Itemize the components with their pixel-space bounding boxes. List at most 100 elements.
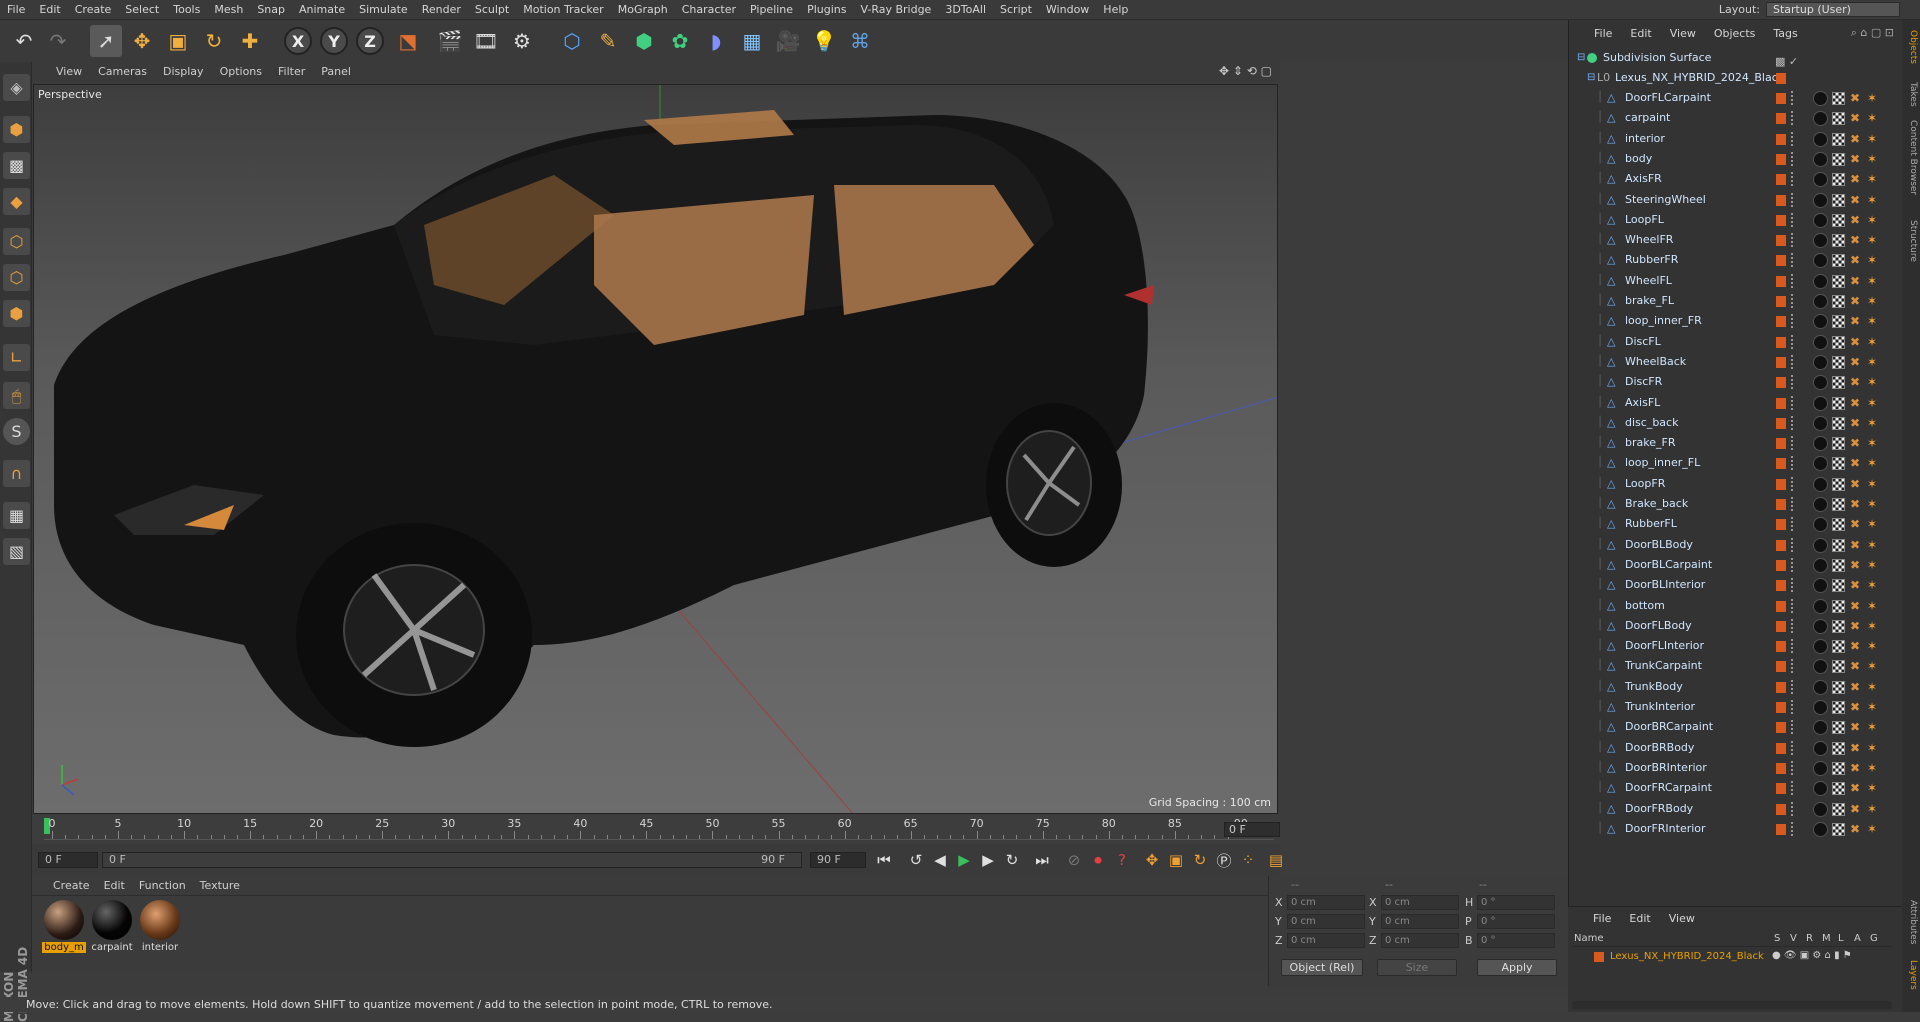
tree-row-object[interactable]: │ △ disc_back ✖ ✶: [1569, 413, 1903, 433]
visibility-dots-icon[interactable]: [1791, 111, 1795, 126]
coordinate-system-icon[interactable]: ⬔: [392, 25, 424, 57]
layer-toggle-icons[interactable]: ● 👁 ▣ ⚙ ⌂ ▮ ⚑: [1772, 950, 1852, 961]
phong-tag-icon[interactable]: ✶: [1867, 498, 1880, 511]
tree-row-object[interactable]: │ △ loop_inner_FR ✖ ✶: [1569, 311, 1903, 331]
tree-row-object[interactable]: │ △ DoorBLInterior ✖ ✶: [1569, 575, 1903, 595]
texture-tag-icon[interactable]: ✖: [1850, 112, 1863, 125]
tree-row-object[interactable]: │ △ loop_inner_FL ✖ ✶: [1569, 453, 1903, 473]
visibility-dots-icon[interactable]: [1791, 233, 1795, 248]
menu-vray-bridge[interactable]: V-Ray Bridge: [853, 0, 938, 19]
visibility-dots-icon[interactable]: [1791, 497, 1795, 511]
uvw-tag-icon[interactable]: [1832, 193, 1845, 207]
layer-color-swatch[interactable]: [1776, 336, 1786, 348]
coordinate-mode-dropdown[interactable]: Object (Rel): [1281, 959, 1363, 976]
layer-color-swatch[interactable]: [1776, 519, 1786, 531]
key-position-icon[interactable]: ✥: [1140, 848, 1164, 872]
size-x-field[interactable]: 0 cm: [1381, 895, 1459, 910]
uvw-tag-icon[interactable]: [1832, 701, 1845, 714]
undo-icon[interactable]: ↶: [8, 25, 40, 57]
layer-color-swatch[interactable]: [1776, 762, 1786, 774]
visibility-dots-icon[interactable]: [1791, 700, 1795, 714]
texture-tag-icon[interactable]: ✖: [1850, 92, 1863, 105]
layer-color-swatch[interactable]: [1776, 559, 1786, 571]
visibility-dots-icon[interactable]: [1791, 801, 1795, 816]
phong-tag-icon[interactable]: ✶: [1867, 477, 1880, 491]
layer-color-swatch[interactable]: [1776, 600, 1786, 612]
snap-icon[interactable]: S: [3, 418, 30, 445]
tree-row-object[interactable]: │ △ DoorFRInterior ✖ ✶: [1569, 819, 1903, 839]
material-tag-icon[interactable]: [1813, 537, 1828, 553]
texture-tag-icon[interactable]: ✖: [1850, 822, 1863, 836]
visibility-dots-icon[interactable]: [1791, 578, 1795, 593]
layer-color-swatch[interactable]: [1776, 255, 1786, 267]
visibility-dots-icon[interactable]: [1791, 781, 1795, 796]
redo-icon[interactable]: ↷: [42, 25, 74, 57]
layer-color-swatch[interactable]: [1776, 174, 1786, 186]
texture-tag-icon[interactable]: ✖: [1850, 376, 1863, 389]
material-tag-icon[interactable]: [1813, 415, 1828, 431]
phong-tag-icon[interactable]: ✶: [1867, 558, 1880, 572]
material-tag-icon[interactable]: [1813, 679, 1828, 695]
record-disabled-icon[interactable]: ⊘: [1062, 848, 1086, 872]
layer-color-swatch[interactable]: [1776, 316, 1786, 328]
model-mode-icon[interactable]: ⬢: [3, 116, 30, 143]
menu-mesh[interactable]: Mesh: [207, 0, 250, 19]
phong-tag-icon[interactable]: ✶: [1867, 741, 1880, 755]
tree-row-object[interactable]: │ △ DoorFLBody ✖ ✶: [1569, 616, 1903, 636]
menu-motion-tracker[interactable]: Motion Tracker: [516, 0, 610, 19]
texture-tag-icon[interactable]: ✖: [1850, 152, 1863, 166]
material-tag-icon[interactable]: [1813, 91, 1828, 106]
tree-row-object[interactable]: │ △ DoorBLBody ✖ ✶: [1569, 535, 1903, 555]
side-tab-takes[interactable]: Takes: [1904, 82, 1918, 107]
add-transform-icon[interactable]: ✚: [234, 25, 266, 57]
material-tag-icon[interactable]: [1813, 598, 1828, 614]
tree-row-object[interactable]: │ △ TrunkBody ✖ ✶: [1569, 677, 1903, 697]
phong-tag-icon[interactable]: ✶: [1867, 274, 1880, 288]
size-mode-dropdown[interactable]: Size: [1377, 959, 1457, 976]
uvw-tag-icon[interactable]: [1832, 599, 1845, 613]
tree-row-object[interactable]: │ △ TrunkInterior ✖ ✶: [1569, 697, 1903, 717]
texture-tag-icon[interactable]: ✖: [1850, 173, 1863, 186]
layer-color-swatch[interactable]: [1776, 661, 1786, 673]
phong-tag-icon[interactable]: ✶: [1867, 599, 1880, 613]
material-tag-icon[interactable]: [1813, 294, 1828, 309]
cloner-icon[interactable]: ✿: [664, 25, 696, 57]
phong-tag-icon[interactable]: ✶: [1867, 538, 1880, 552]
phong-tag-icon[interactable]: ✶: [1867, 416, 1880, 430]
tree-row-object[interactable]: │ △ DoorFLInterior ✖ ✶: [1569, 636, 1903, 656]
rot-h-field[interactable]: 0 °: [1477, 895, 1555, 910]
uvw-tag-icon[interactable]: [1832, 295, 1845, 308]
texture-tag-icon[interactable]: ✖: [1850, 518, 1863, 531]
material-tag-icon[interactable]: [1813, 375, 1828, 391]
go-to-start-icon[interactable]: ⏮: [872, 848, 896, 872]
viewport-nav-icons[interactable]: ✥ ⇕ ⟲ ▢: [1219, 64, 1272, 78]
visibility-dots-icon[interactable]: [1791, 639, 1795, 654]
material-tag-icon[interactable]: [1813, 639, 1828, 655]
phong-tag-icon[interactable]: ✶: [1867, 173, 1880, 186]
x-axis-lock-button[interactable]: X: [284, 27, 312, 55]
side-tab-layers[interactable]: Layers: [1904, 960, 1918, 990]
y-axis-lock-button[interactable]: Y: [320, 27, 348, 55]
layer-color-swatch[interactable]: [1776, 681, 1786, 693]
phong-tag-icon[interactable]: ✶: [1867, 579, 1880, 592]
layer-color-swatch[interactable]: [1776, 153, 1786, 165]
rotate-icon[interactable]: ↻: [198, 25, 230, 57]
tree-row-object[interactable]: │ △ DoorFRBody ✖ ✶: [1569, 799, 1903, 819]
side-tab-attributes[interactable]: Attributes: [1904, 900, 1918, 944]
phong-tag-icon[interactable]: ✶: [1867, 295, 1880, 308]
texture-tag-icon[interactable]: ✖: [1850, 761, 1863, 775]
object-search-icons[interactable]: ⌕ ⌂ ▢ ⊡: [1851, 26, 1894, 40]
move-icon[interactable]: ✥: [126, 25, 158, 57]
magnet-icon[interactable]: ∩: [3, 460, 30, 487]
menu-create[interactable]: Create: [68, 0, 119, 19]
z-axis-lock-button[interactable]: Z: [356, 27, 384, 55]
phong-tag-icon[interactable]: ✶: [1867, 680, 1880, 694]
camera-icon[interactable]: 🎥: [772, 25, 804, 57]
uvw-tag-icon[interactable]: [1832, 92, 1845, 105]
material-tag-icon[interactable]: [1813, 314, 1828, 330]
timeline[interactable]: 051015202530354045505560657075808590 0 F: [32, 814, 1280, 844]
texture-tag-icon[interactable]: ✖: [1850, 457, 1863, 470]
python-icon[interactable]: ⌘: [844, 25, 876, 57]
visibility-dots-icon[interactable]: [1791, 395, 1795, 410]
layer-color-swatch[interactable]: [1776, 823, 1786, 835]
